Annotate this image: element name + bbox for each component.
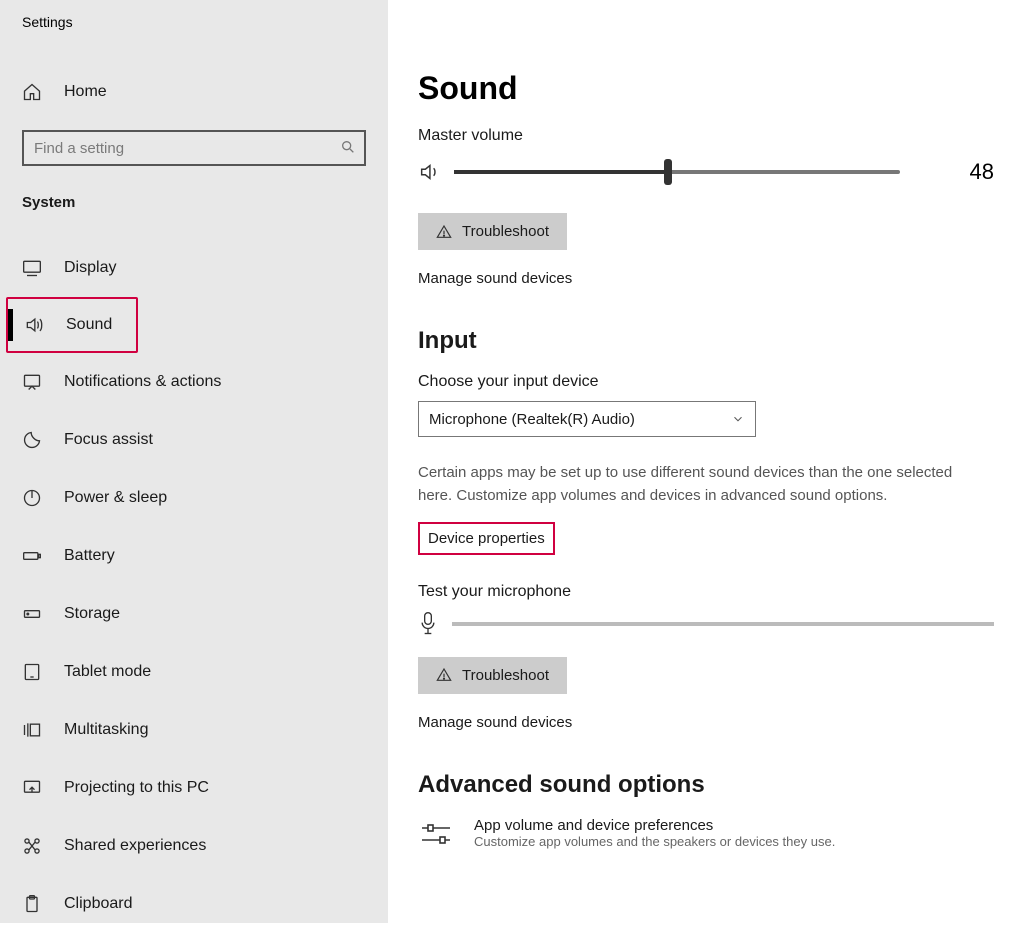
notifications-icon <box>22 372 42 392</box>
sidebar-item-label: Projecting to this PC <box>64 779 209 797</box>
storage-icon <box>22 604 42 624</box>
sidebar: Settings Home System Display Sound <box>0 0 388 923</box>
search-icon <box>340 139 356 155</box>
sidebar-item-label: Notifications & actions <box>64 373 221 391</box>
app-volume-link[interactable]: App volume and device preferences Custom… <box>418 817 994 849</box>
display-icon <box>22 258 42 278</box>
microphone-icon <box>418 611 438 637</box>
main-content: Sound Master volume 48 Troubleshoot Mana… <box>388 0 1024 923</box>
troubleshoot-label: Troubleshoot <box>462 667 549 684</box>
home-label: Home <box>64 83 107 101</box>
input-device-dropdown[interactable]: Microphone (Realtek(R) Audio) <box>418 401 756 437</box>
focus-icon <box>22 430 42 450</box>
tablet-icon <box>22 662 42 682</box>
troubleshoot-input-button[interactable]: Troubleshoot <box>418 657 567 694</box>
master-volume-row: 48 <box>418 159 994 185</box>
sidebar-item-label: Focus assist <box>64 431 153 449</box>
troubleshoot-output-button[interactable]: Troubleshoot <box>418 213 567 250</box>
sidebar-item-label: Tablet mode <box>64 663 151 681</box>
master-volume-label: Master volume <box>418 127 994 145</box>
app-volume-subtitle: Customize app volumes and the speakers o… <box>474 834 835 849</box>
sliders-icon <box>418 820 454 848</box>
device-properties-link[interactable]: Device properties <box>420 524 553 553</box>
sidebar-item-projecting[interactable]: Projecting to this PC <box>0 759 388 817</box>
sidebar-item-power[interactable]: Power & sleep <box>0 469 388 527</box>
warning-icon <box>436 667 452 683</box>
power-icon <box>22 488 42 508</box>
projecting-icon <box>22 778 42 798</box>
sidebar-item-label: Multitasking <box>64 721 148 739</box>
sound-icon <box>24 315 44 335</box>
sidebar-item-label: Storage <box>64 605 120 623</box>
sidebar-item-clipboard[interactable]: Clipboard <box>0 875 388 933</box>
input-help-text: Certain apps may be set up to use differ… <box>418 461 958 508</box>
sidebar-item-storage[interactable]: Storage <box>0 585 388 643</box>
app-title: Settings <box>0 14 388 30</box>
sidebar-item-notifications[interactable]: Notifications & actions <box>0 353 388 411</box>
volume-value: 48 <box>954 159 994 185</box>
manage-output-link[interactable]: Manage sound devices <box>418 270 994 287</box>
dropdown-value: Microphone (Realtek(R) Audio) <box>429 411 635 428</box>
sidebar-item-tablet[interactable]: Tablet mode <box>0 643 388 701</box>
advanced-heading: Advanced sound options <box>418 771 994 799</box>
sidebar-item-shared[interactable]: Shared experiences <box>0 817 388 875</box>
home-icon <box>22 82 42 102</box>
shared-icon <box>22 836 42 856</box>
clipboard-icon <box>22 894 42 914</box>
sidebar-item-label: Power & sleep <box>64 489 167 507</box>
sidebar-item-multitask[interactable]: Multitasking <box>0 701 388 759</box>
mic-level-bar <box>452 622 994 626</box>
search-input[interactable] <box>22 130 366 166</box>
battery-icon <box>22 546 42 566</box>
speaker-icon[interactable] <box>418 161 440 183</box>
app-volume-title: App volume and device preferences <box>474 817 835 834</box>
multitask-icon <box>22 720 42 740</box>
nav-list: Display Sound Notifications & actions Fo… <box>0 239 388 933</box>
mic-test-row <box>418 611 994 637</box>
sidebar-item-label: Display <box>64 259 116 277</box>
manage-input-link[interactable]: Manage sound devices <box>418 714 994 731</box>
test-mic-label: Test your microphone <box>418 583 994 601</box>
sidebar-item-label: Sound <box>66 316 112 334</box>
choose-input-label: Choose your input device <box>418 373 994 391</box>
sidebar-item-display[interactable]: Display <box>0 239 388 297</box>
slider-thumb[interactable] <box>664 159 672 185</box>
troubleshoot-label: Troubleshoot <box>462 223 549 240</box>
search-wrap <box>22 130 366 166</box>
home-link[interactable]: Home <box>0 82 388 102</box>
sidebar-item-battery[interactable]: Battery <box>0 527 388 585</box>
warning-icon <box>436 224 452 240</box>
sidebar-item-label: Clipboard <box>64 895 132 913</box>
sidebar-item-label: Shared experiences <box>64 837 206 855</box>
sidebar-item-focus[interactable]: Focus assist <box>0 411 388 469</box>
page-title: Sound <box>418 70 994 107</box>
chevron-down-icon <box>731 412 745 426</box>
sidebar-item-label: Battery <box>64 547 115 565</box>
input-heading: Input <box>418 327 994 355</box>
sidebar-item-sound[interactable]: Sound <box>8 299 136 351</box>
category-title: System <box>0 194 388 211</box>
volume-slider[interactable] <box>454 170 900 174</box>
